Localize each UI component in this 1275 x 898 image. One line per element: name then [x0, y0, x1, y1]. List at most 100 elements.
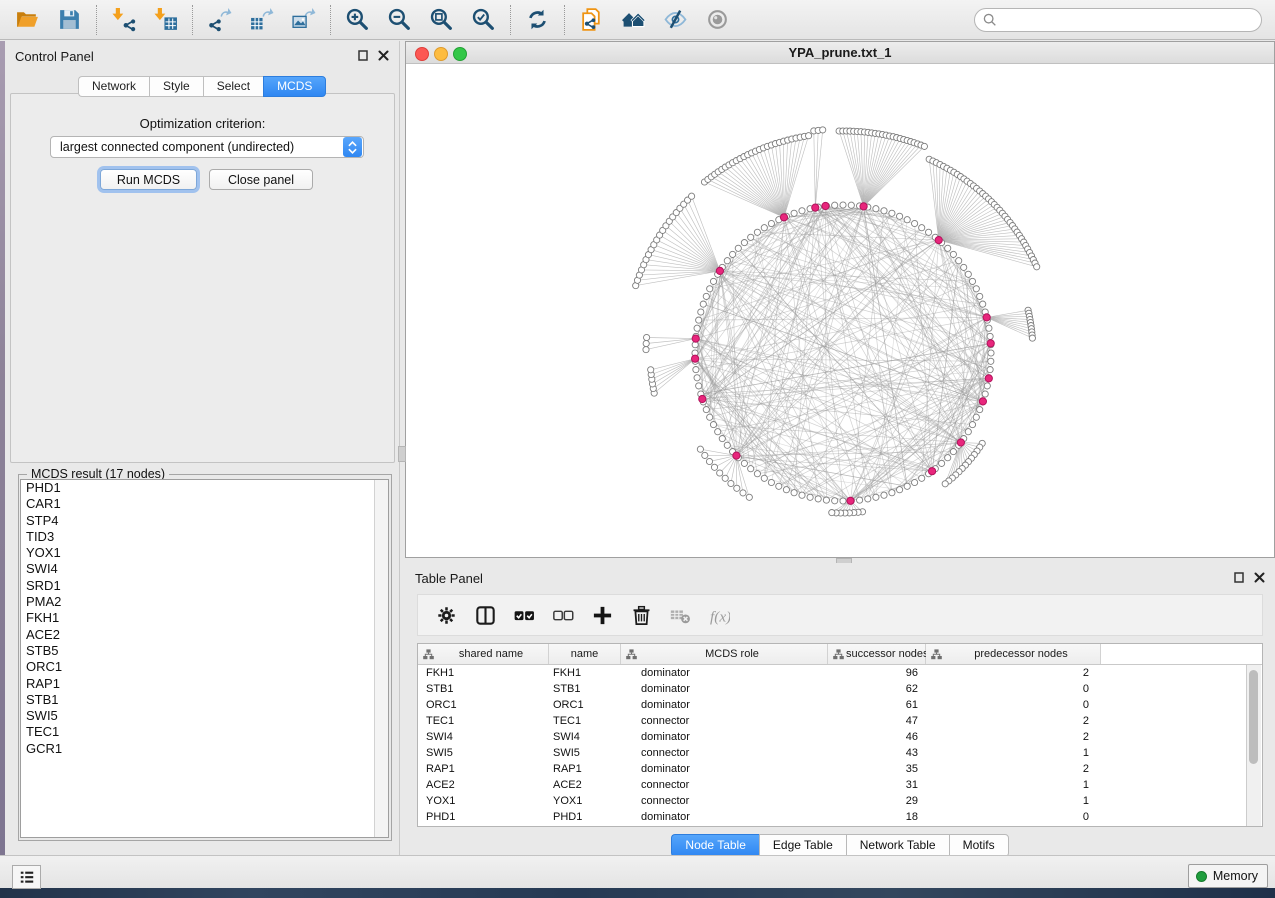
export-table-button[interactable]: [244, 3, 278, 37]
cell-successor-nodes: 96: [828, 665, 926, 681]
column-type-icon: [423, 649, 434, 660]
tab-select[interactable]: Select: [203, 76, 263, 97]
task-history-button[interactable]: [12, 865, 41, 889]
import-table-button[interactable]: [148, 3, 182, 37]
delete-column-button[interactable]: [629, 603, 653, 627]
cell-name: RAP1: [549, 761, 621, 777]
tab-motifs[interactable]: Motifs: [949, 834, 1009, 857]
memory-button[interactable]: Memory: [1188, 864, 1268, 888]
memory-status-icon: [1196, 871, 1207, 882]
zoom-in-button[interactable]: [340, 3, 374, 37]
mcds-result-item[interactable]: PMA2: [21, 594, 388, 610]
column-header-shared-name[interactable]: shared name: [418, 644, 549, 664]
table-row[interactable]: SWI5SWI5connector431: [418, 745, 1262, 761]
import-network-button[interactable]: [106, 3, 140, 37]
mcds-list-scrollbar[interactable]: [374, 480, 388, 837]
criterion-dropdown[interactable]: largest connected component (undirected): [50, 136, 364, 158]
mcds-result-item[interactable]: ORC1: [21, 659, 388, 675]
export-image-button[interactable]: [286, 3, 320, 37]
deselect-all-button[interactable]: [551, 603, 575, 627]
cell-shared-name: SWI5: [418, 745, 549, 761]
tab-edge-table[interactable]: Edge Table: [759, 834, 846, 857]
export-network-button[interactable]: [202, 3, 236, 37]
mcds-result-item[interactable]: ACE2: [21, 627, 388, 643]
status-bar: Memory: [0, 855, 1275, 888]
mcds-result-item[interactable]: GCR1: [21, 741, 388, 757]
cell-name: STB1: [549, 681, 621, 697]
mcds-result-item[interactable]: STP4: [21, 513, 388, 529]
mcds-result-item[interactable]: RAP1: [21, 676, 388, 692]
column-header-predecessor-nodes[interactable]: predecessor nodes: [926, 644, 1101, 664]
tab-network[interactable]: Network: [78, 76, 149, 97]
table-row[interactable]: ACE2ACE2connector311: [418, 777, 1262, 793]
show-all-button[interactable]: [700, 3, 734, 37]
table-row[interactable]: ORC1ORC1dominator610: [418, 697, 1262, 713]
mcds-result-item[interactable]: SWI5: [21, 708, 388, 724]
open-session-button[interactable]: [10, 3, 44, 37]
mcds-result-item[interactable]: YOX1: [21, 545, 388, 561]
table-row[interactable]: SWI4SWI4dominator462: [418, 729, 1262, 745]
search-input[interactable]: [998, 10, 1261, 30]
table-row[interactable]: YOX1YOX1connector291: [418, 793, 1262, 809]
refresh-button[interactable]: [520, 3, 554, 37]
table-scrollbar-thumb[interactable]: [1249, 670, 1258, 764]
cell-shared-name: TEC1: [418, 713, 549, 729]
mcds-result-item[interactable]: CAR1: [21, 496, 388, 512]
table-row[interactable]: STB1STB1dominator620: [418, 681, 1262, 697]
float-table-panel-icon[interactable]: [1234, 572, 1245, 583]
mcds-result-item[interactable]: TID3: [21, 529, 388, 545]
tab-mcds[interactable]: MCDS: [263, 76, 326, 97]
zoom-out-icon: [387, 7, 412, 32]
search-field[interactable]: [974, 8, 1262, 32]
cell-MCDS-role: dominator: [621, 697, 828, 713]
select-all-button[interactable]: [512, 603, 536, 627]
function-builder-button: f(x): [707, 603, 731, 627]
table-row[interactable]: RAP1RAP1dominator352: [418, 761, 1262, 777]
mcds-result-item[interactable]: FKH1: [21, 610, 388, 626]
list-icon: [19, 869, 35, 885]
cell-MCDS-role: dominator: [621, 809, 828, 825]
save-session-button[interactable]: [52, 3, 86, 37]
table-row[interactable]: TEC1TEC1connector472: [418, 713, 1262, 729]
uncheck-pair-icon: [553, 605, 574, 626]
network-window-titlebar[interactable]: YPA_prune.txt_1: [406, 42, 1274, 64]
close-panel-icon[interactable]: [378, 50, 389, 61]
tab-style[interactable]: Style: [149, 76, 203, 97]
cell-successor-nodes: 46: [828, 729, 926, 745]
table-scrollbar[interactable]: [1246, 665, 1261, 827]
folder-icon: [15, 7, 40, 32]
column-header-MCDS-role[interactable]: MCDS role: [621, 644, 828, 664]
gear-icon: [436, 605, 457, 626]
add-column-button[interactable]: [590, 603, 614, 627]
float-panel-icon[interactable]: [358, 50, 369, 61]
tab-node-table[interactable]: Node Table: [671, 834, 759, 857]
zoom-out-button[interactable]: [382, 3, 416, 37]
clone-network-button[interactable]: [574, 3, 608, 37]
cell-successor-nodes: 43: [828, 745, 926, 761]
column-visibility-button[interactable]: [473, 603, 497, 627]
column-header-name[interactable]: name: [549, 644, 621, 664]
zoom-fit-button[interactable]: [424, 3, 458, 37]
run-mcds-button[interactable]: Run MCDS: [100, 169, 197, 190]
zoom-selected-button[interactable]: [466, 3, 500, 37]
mcds-result-item[interactable]: SWI4: [21, 561, 388, 577]
cell-name: SWI4: [549, 729, 621, 745]
column-header-successor-nodes[interactable]: successor nodes⌄: [828, 644, 926, 664]
close-panel-button[interactable]: Close panel: [209, 169, 313, 190]
close-table-panel-icon[interactable]: [1254, 572, 1265, 583]
table-settings-button[interactable]: [434, 603, 458, 627]
mcds-result-item[interactable]: STB1: [21, 692, 388, 708]
mcds-result-item[interactable]: PHD1: [21, 480, 388, 496]
table-row[interactable]: PHD1PHD1dominator180: [418, 809, 1262, 825]
vertical-split-handle[interactable]: [398, 446, 406, 462]
mcds-result-item[interactable]: STB5: [21, 643, 388, 659]
mcds-result-item[interactable]: TEC1: [21, 724, 388, 740]
import-network-icon: [111, 7, 136, 32]
network-canvas[interactable]: [406, 64, 1274, 557]
table-row[interactable]: FKH1FKH1dominator962: [418, 665, 1262, 681]
tab-network-table[interactable]: Network Table: [846, 834, 949, 857]
mcds-result-item[interactable]: SRD1: [21, 578, 388, 594]
hide-selected-button[interactable]: [658, 3, 692, 37]
network-window-title: YPA_prune.txt_1: [406, 45, 1274, 60]
first-neighbors-button[interactable]: [616, 3, 650, 37]
